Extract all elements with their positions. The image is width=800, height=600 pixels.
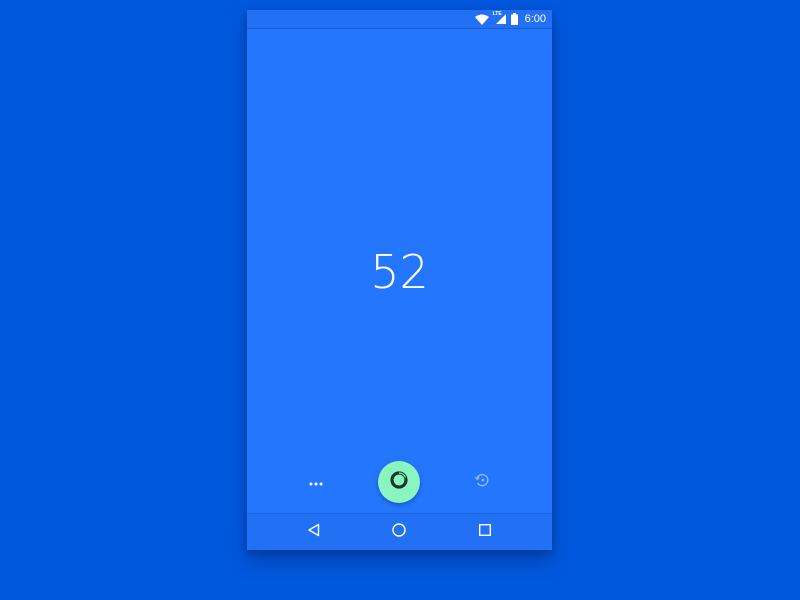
signal-icon: LTE (492, 11, 507, 25)
control-row (247, 461, 552, 503)
reset-icon (473, 471, 491, 494)
start-fab-button[interactable] (378, 461, 420, 503)
home-icon (391, 522, 407, 543)
nav-back-button[interactable] (304, 522, 324, 542)
back-icon (307, 523, 321, 542)
status-icons: LTE 6:00 (474, 11, 546, 26)
battery-icon (510, 13, 518, 25)
more-dots-icon (309, 473, 323, 491)
progress-ring-icon (389, 470, 409, 495)
phone-screen: LTE 6:00 52 (247, 10, 552, 550)
network-label: LTE (492, 11, 502, 17)
nav-home-button[interactable] (389, 522, 409, 542)
nav-recents-button[interactable] (475, 522, 495, 542)
navigation-bar (247, 513, 552, 550)
status-bar: LTE 6:00 (247, 10, 552, 29)
counter-value: 52 (370, 245, 429, 299)
more-options-button[interactable] (305, 473, 327, 491)
status-clock: 6:00 (524, 13, 546, 25)
wifi-icon (474, 14, 489, 25)
recents-icon (478, 523, 492, 542)
reset-button[interactable] (471, 472, 493, 492)
